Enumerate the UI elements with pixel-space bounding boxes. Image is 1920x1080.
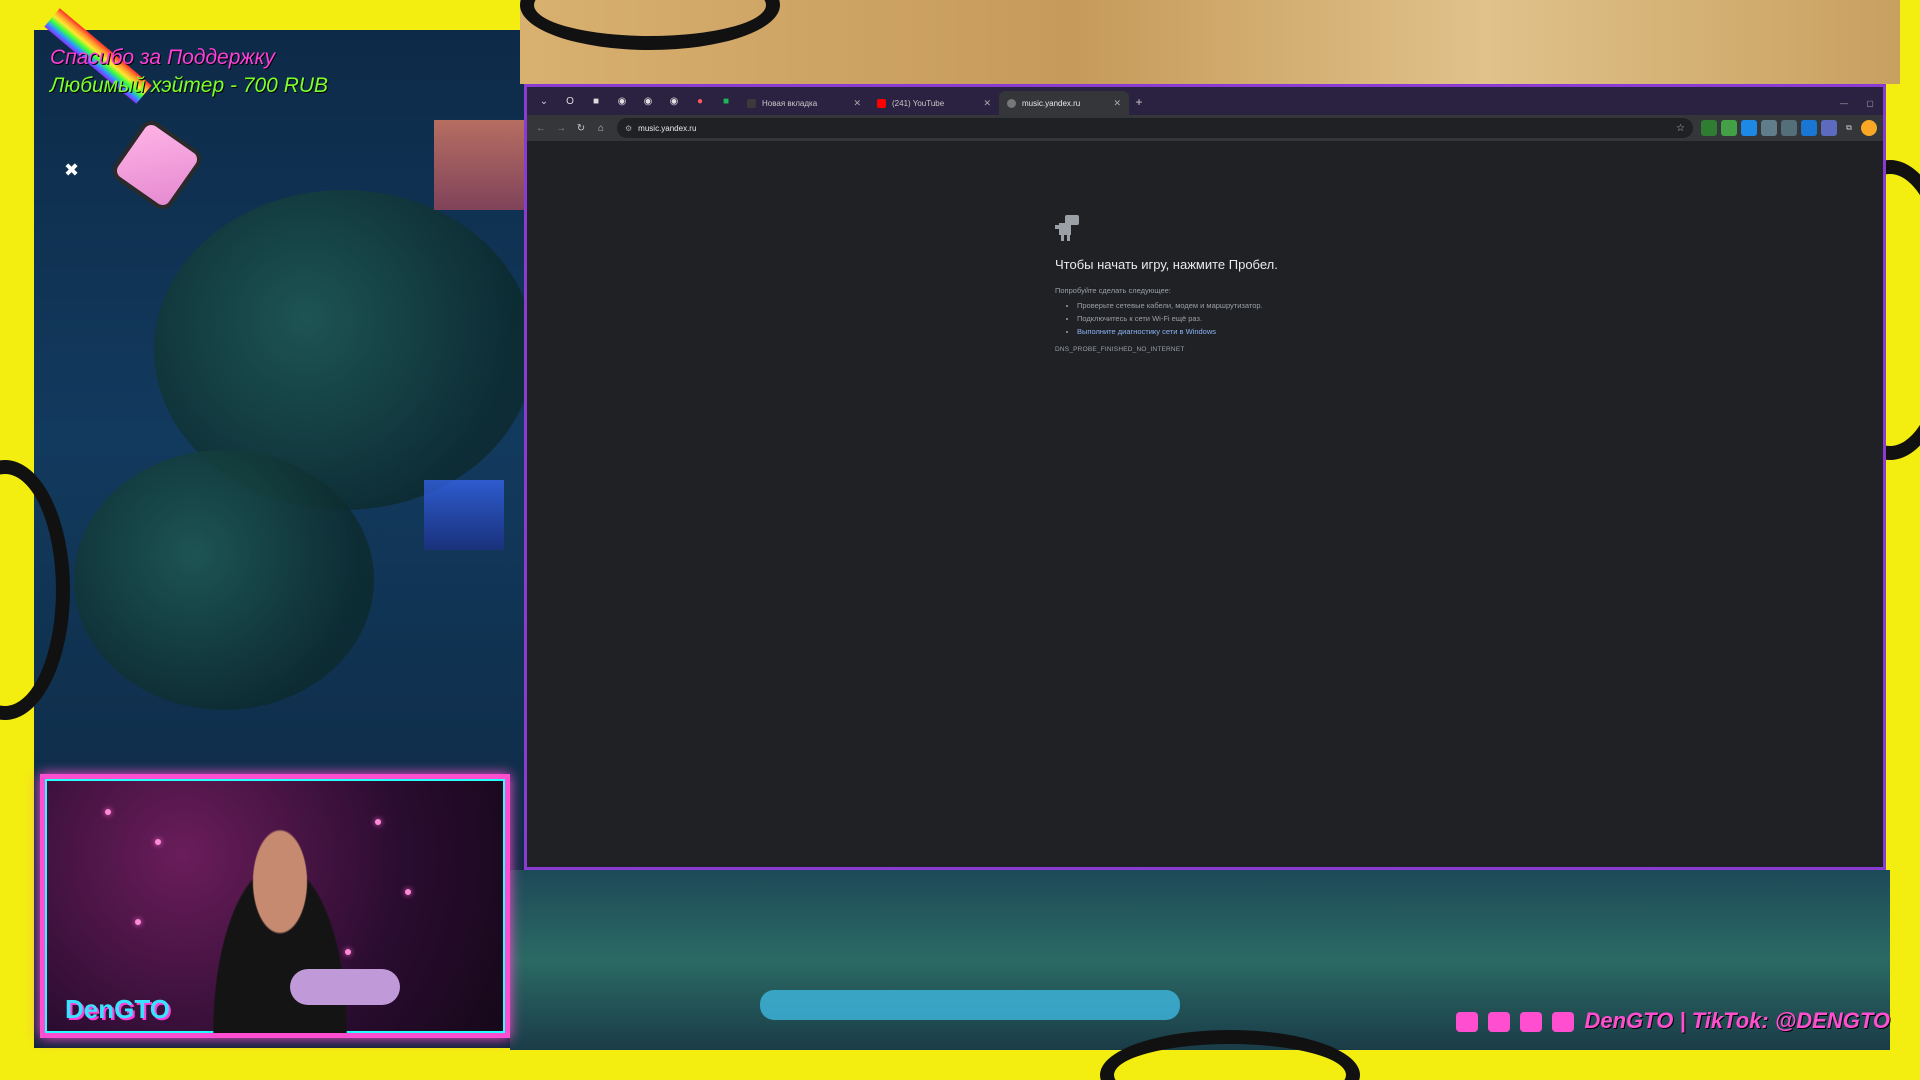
- profile-avatar-icon[interactable]: [1861, 120, 1877, 136]
- maximize-icon[interactable]: ▢: [1857, 99, 1883, 108]
- tab-new-tab[interactable]: Новая вкладка ✕: [739, 91, 869, 115]
- social-handles: DenGTO | TikTok: @DENGTO: [1584, 1008, 1891, 1033]
- stream-screen: ✖ Спасибо за Поддержку Любимый хэйтер - …: [0, 0, 1920, 1080]
- fairy-light: [105, 809, 111, 815]
- tab-youtube[interactable]: (241) YouTube ✕: [869, 91, 999, 115]
- diagnostics-link[interactable]: Выполните диагностику сети в Windows: [1077, 327, 1216, 336]
- tab-title: music.yandex.ru: [1022, 98, 1081, 108]
- vk-icon: [1552, 1012, 1575, 1033]
- microphone: [290, 969, 400, 1005]
- twitch-icon: [1456, 1012, 1478, 1033]
- minimize-icon[interactable]: —: [1831, 99, 1857, 108]
- channel-logo: DenGTO: [65, 994, 170, 1024]
- extensions-puzzle-icon[interactable]: ⧉: [1841, 120, 1857, 136]
- scene-tree: [74, 450, 374, 710]
- address-bar[interactable]: ⚙ music.yandex.ru ☆: [617, 118, 1693, 138]
- error-code: DNS_PROBE_FINISHED_NO_INTERNET: [1055, 346, 1185, 353]
- tab-title: (241) YouTube: [892, 98, 945, 108]
- overlay-water: [760, 990, 1180, 1020]
- forward-button[interactable]: →: [551, 118, 571, 138]
- fairy-light: [155, 839, 161, 845]
- streamer: [195, 819, 365, 1033]
- extension-icon[interactable]: [1821, 120, 1837, 136]
- pinned-tab-green-icon[interactable]: ■: [714, 90, 738, 112]
- extension-icon[interactable]: [1721, 120, 1737, 136]
- extension-icon[interactable]: [1781, 120, 1797, 136]
- social-links: DenGTO | TikTok: @DENGTO: [1456, 1008, 1890, 1034]
- window-controls: — ▢: [1831, 91, 1883, 115]
- url-text: music.yandex.ru: [638, 123, 697, 133]
- close-tab-icon[interactable]: ✕: [983, 98, 991, 109]
- tab-strip: ⌄ O ■ ◉ ◉ ◉ ● ■ Новая вкладка ✕ (241) Yo…: [527, 87, 1883, 115]
- network-error: Чтобы начать игру, нажмите Пробел. Попро…: [1055, 215, 1475, 353]
- donation-line: Любимый хэйтер - 700 RUB: [50, 74, 329, 97]
- tab-music-yandex[interactable]: music.yandex.ru ✕: [999, 91, 1129, 115]
- list-item: Выполните диагностику сети в Windows: [1077, 325, 1475, 338]
- pinned-tab-eye-icon[interactable]: ◉: [610, 90, 634, 112]
- globe-favicon-icon: [1007, 98, 1016, 108]
- browser-window: ⌄ O ■ ◉ ◉ ◉ ● ■ Новая вкладка ✕ (241) Yo…: [524, 84, 1886, 870]
- home-button[interactable]: ⌂: [591, 118, 611, 138]
- error-try-label: Попробуйте сделать следующее:: [1055, 286, 1171, 295]
- extension-icon[interactable]: [1741, 120, 1757, 136]
- tab-search-icon[interactable]: ⌄: [533, 90, 555, 112]
- list-item: Проверьте сетевые кабели, модем и маршру…: [1077, 299, 1475, 312]
- scene-window: [434, 120, 524, 210]
- extension-icon[interactable]: [1801, 120, 1817, 136]
- discord-icon: [1520, 1012, 1543, 1033]
- pinned-tab-opera-icon[interactable]: O: [558, 90, 582, 112]
- reload-button[interactable]: ↻: [571, 118, 591, 138]
- extension-icon[interactable]: [1701, 120, 1717, 136]
- youtube-icon: [1488, 1012, 1511, 1033]
- pinned-tab-eye-icon[interactable]: ◉: [662, 90, 686, 112]
- extension-icon[interactable]: [1761, 120, 1777, 136]
- back-button[interactable]: ←: [531, 118, 551, 138]
- fairy-light: [405, 889, 411, 895]
- new-tab-button[interactable]: +: [1129, 91, 1149, 113]
- fairy-light: [375, 819, 381, 825]
- dino-icon[interactable]: [1055, 215, 1081, 243]
- site-info-icon[interactable]: ⚙: [625, 124, 632, 133]
- close-tab-icon[interactable]: ✕: [1113, 98, 1121, 109]
- tab-title: Новая вкладка: [762, 98, 818, 108]
- list-item: Подключитесь к сети Wi-Fi ещё раз.: [1077, 312, 1475, 325]
- donation-alert: Спасибо за Поддержку Любимый хэйтер - 70…: [50, 44, 328, 100]
- sparkle-icon: ✖: [64, 160, 80, 180]
- scene-window: [424, 480, 504, 550]
- close-tab-icon[interactable]: ✕: [853, 98, 861, 109]
- pinned-tab-red-icon[interactable]: ●: [688, 90, 712, 112]
- error-title: Чтобы начать игру, нажмите Пробел.: [1055, 257, 1278, 272]
- donation-title: Спасибо за Поддержку: [50, 46, 276, 69]
- fairy-light: [135, 919, 141, 925]
- page-content: Чтобы начать игру, нажмите Пробел. Попро…: [527, 141, 1883, 867]
- error-suggestions: Проверьте сетевые кабели, модем и маршру…: [1055, 299, 1475, 338]
- browser-toolbar: ← → ↻ ⌂ ⚙ music.yandex.ru ☆ ⧉: [527, 115, 1883, 141]
- youtube-favicon-icon: [877, 98, 886, 108]
- pinned-tab-eye-icon[interactable]: ◉: [636, 90, 660, 112]
- new-tab-favicon-icon: [747, 98, 756, 108]
- bookmark-star-icon[interactable]: ☆: [1676, 123, 1685, 134]
- webcam-feed: DenGTO: [40, 774, 510, 1038]
- pinned-tab-app-icon[interactable]: ■: [584, 90, 608, 112]
